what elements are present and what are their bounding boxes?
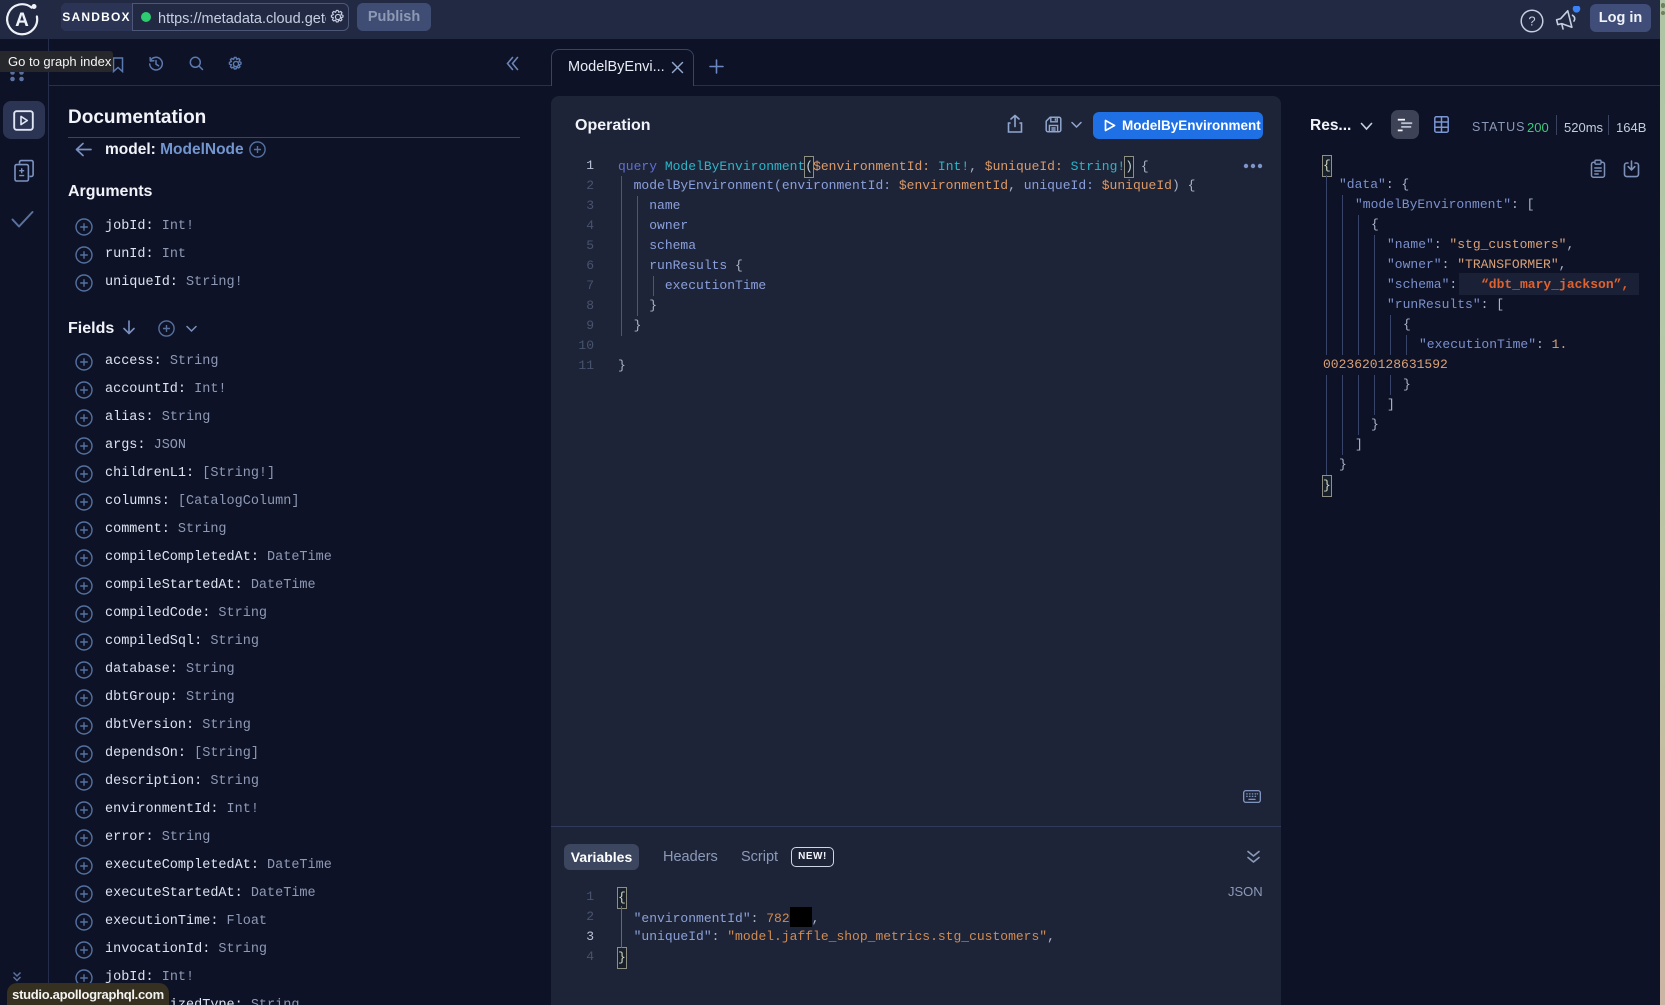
svg-text:?: ? (1528, 14, 1535, 29)
svg-text:A: A (15, 10, 29, 31)
